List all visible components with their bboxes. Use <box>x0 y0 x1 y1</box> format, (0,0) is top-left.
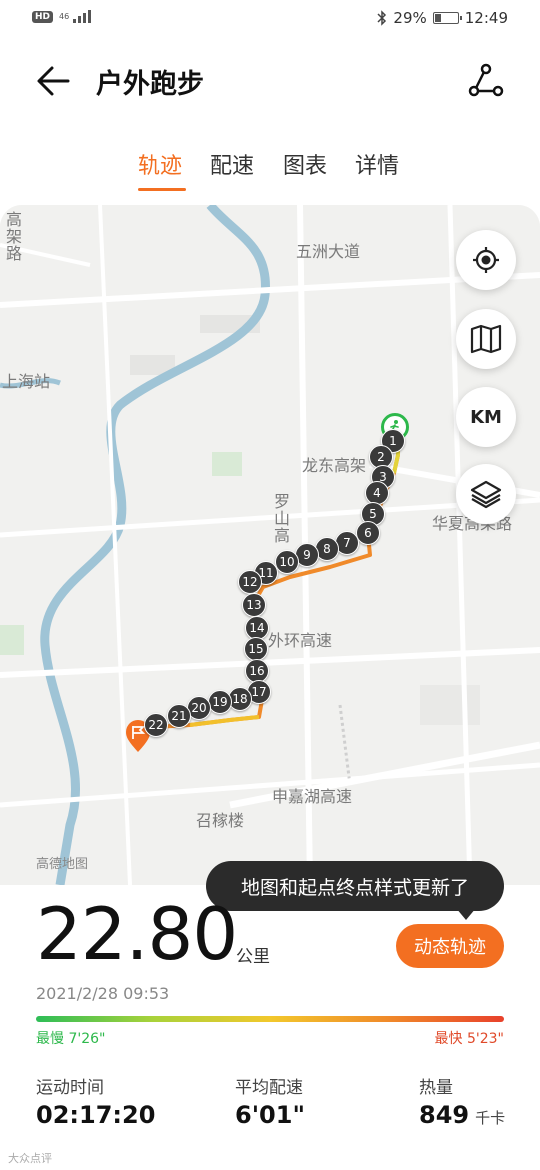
status-bar: HD 46 29% 12:49 <box>0 0 540 38</box>
layers-icon <box>470 480 502 509</box>
battery-fill <box>434 14 442 22</box>
map-label-gaojia: 高架路 <box>3 211 22 262</box>
km-marker-13[interactable]: 13 <box>242 593 266 617</box>
hd-badge: HD <box>32 10 54 23</box>
map-label-wuzhou: 五洲大道 <box>296 242 361 261</box>
map-label-zhaojialou: 召稼楼 <box>196 811 245 830</box>
slowest-pace: 最慢 7'26" <box>36 1031 106 1047</box>
calories-value: 849 <box>419 1101 470 1129</box>
tab-track[interactable]: 轨迹 <box>138 148 182 180</box>
layers-button[interactable] <box>456 464 516 524</box>
map-icon <box>470 324 502 354</box>
tab-bar: 轨迹 配速 图表 详情 <box>0 148 540 198</box>
pace-gradient-bar <box>36 1016 504 1022</box>
back-button[interactable] <box>34 64 74 98</box>
map-base-layer <box>0 205 540 885</box>
map-credit: 高德地图 <box>36 857 89 872</box>
tooltip-tail <box>456 908 476 920</box>
status-right: 29% 12:49 <box>377 9 508 27</box>
km-marker-12[interactable]: 12 <box>238 570 262 594</box>
calories-unit: 千卡 <box>475 1109 506 1127</box>
route-share-icon <box>468 63 504 97</box>
map-style-button[interactable] <box>456 309 516 369</box>
bluetooth-icon <box>377 10 387 26</box>
route-share-button[interactable] <box>468 62 504 98</box>
avg-pace-label: 平均配速 <box>235 1078 303 1098</box>
dynamic-track-button[interactable]: 动态轨迹 <box>396 924 504 968</box>
map-label-shanghai-station: 上海站 <box>2 372 51 391</box>
distance-value: 22.80 <box>36 892 238 976</box>
tab-chart[interactable]: 图表 <box>283 148 327 180</box>
km-toggle-button[interactable]: KM <box>456 387 516 447</box>
calories-block: 849 千卡 <box>419 1101 505 1129</box>
locate-icon <box>473 247 499 273</box>
km-marker-4[interactable]: 4 <box>365 481 389 505</box>
clock: 12:49 <box>464 9 508 27</box>
route-map[interactable]: 五洲大道 上海站 高架路 龙东高架 罗山高 华夏高架路 外环高速 申嘉湖高速 召… <box>0 205 540 885</box>
map-label-waihuan: 外环高速 <box>268 631 333 650</box>
update-tooltip[interactable]: 地图和起点终点样式更新了 <box>206 861 504 911</box>
app-header: 户外跑步 <box>0 50 540 112</box>
avg-pace-value: 6'01" <box>235 1101 305 1129</box>
km-marker-22[interactable]: 22 <box>144 713 168 737</box>
distance-unit: 公里 <box>236 947 270 967</box>
active-tab-indicator <box>138 188 186 191</box>
tab-details[interactable]: 详情 <box>355 148 399 180</box>
km-toggle-label: KM <box>470 406 502 428</box>
map-label-luoshan: 罗山高 <box>271 493 290 544</box>
locate-button[interactable] <box>456 230 516 290</box>
km-marker-6[interactable]: 6 <box>356 521 380 545</box>
status-left: HD 46 <box>32 10 92 23</box>
tab-pace[interactable]: 配速 <box>210 148 254 180</box>
battery-icon <box>432 12 462 24</box>
duration-value: 02:17:20 <box>36 1101 156 1129</box>
back-arrow-icon <box>37 66 70 96</box>
signal-icon <box>73 10 92 23</box>
fastest-pace: 最快 5'23" <box>434 1031 504 1047</box>
workout-datetime: 2021/2/28 09:53 <box>36 984 170 1003</box>
km-marker-21[interactable]: 21 <box>167 704 191 728</box>
km-marker-19[interactable]: 19 <box>208 690 232 714</box>
duration-label: 运动时间 <box>36 1078 104 1098</box>
network-type: 46 <box>59 12 70 21</box>
map-label-shenjiahu: 申嘉湖高速 <box>272 787 353 806</box>
map-label-longdong: 龙东高架 <box>302 456 367 475</box>
page-title: 户外跑步 <box>96 69 204 100</box>
battery-percent: 29% <box>393 9 427 27</box>
km-marker-10[interactable]: 10 <box>275 550 299 574</box>
km-marker-15[interactable]: 15 <box>244 637 268 661</box>
watermark: 大众点评 <box>8 1152 52 1165</box>
calories-label: 热量 <box>419 1078 453 1098</box>
